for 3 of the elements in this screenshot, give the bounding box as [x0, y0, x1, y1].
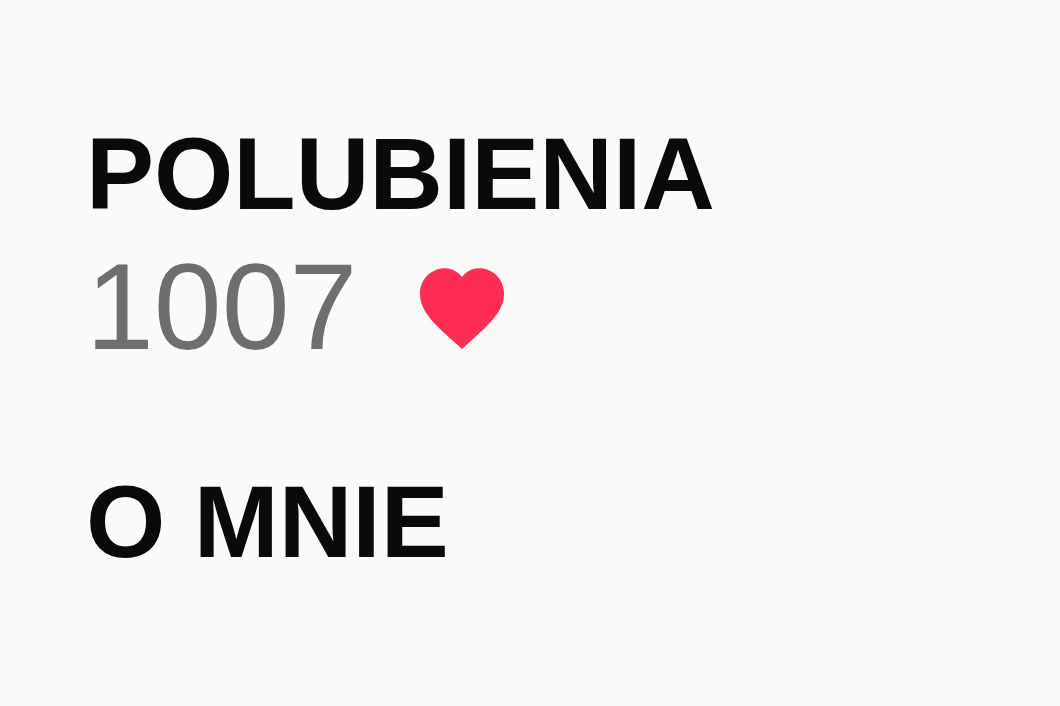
- likes-count: 1007: [86, 240, 358, 375]
- section-heading: O MNIE: [86, 466, 449, 579]
- section-heading: POLUBIENIA: [86, 118, 716, 231]
